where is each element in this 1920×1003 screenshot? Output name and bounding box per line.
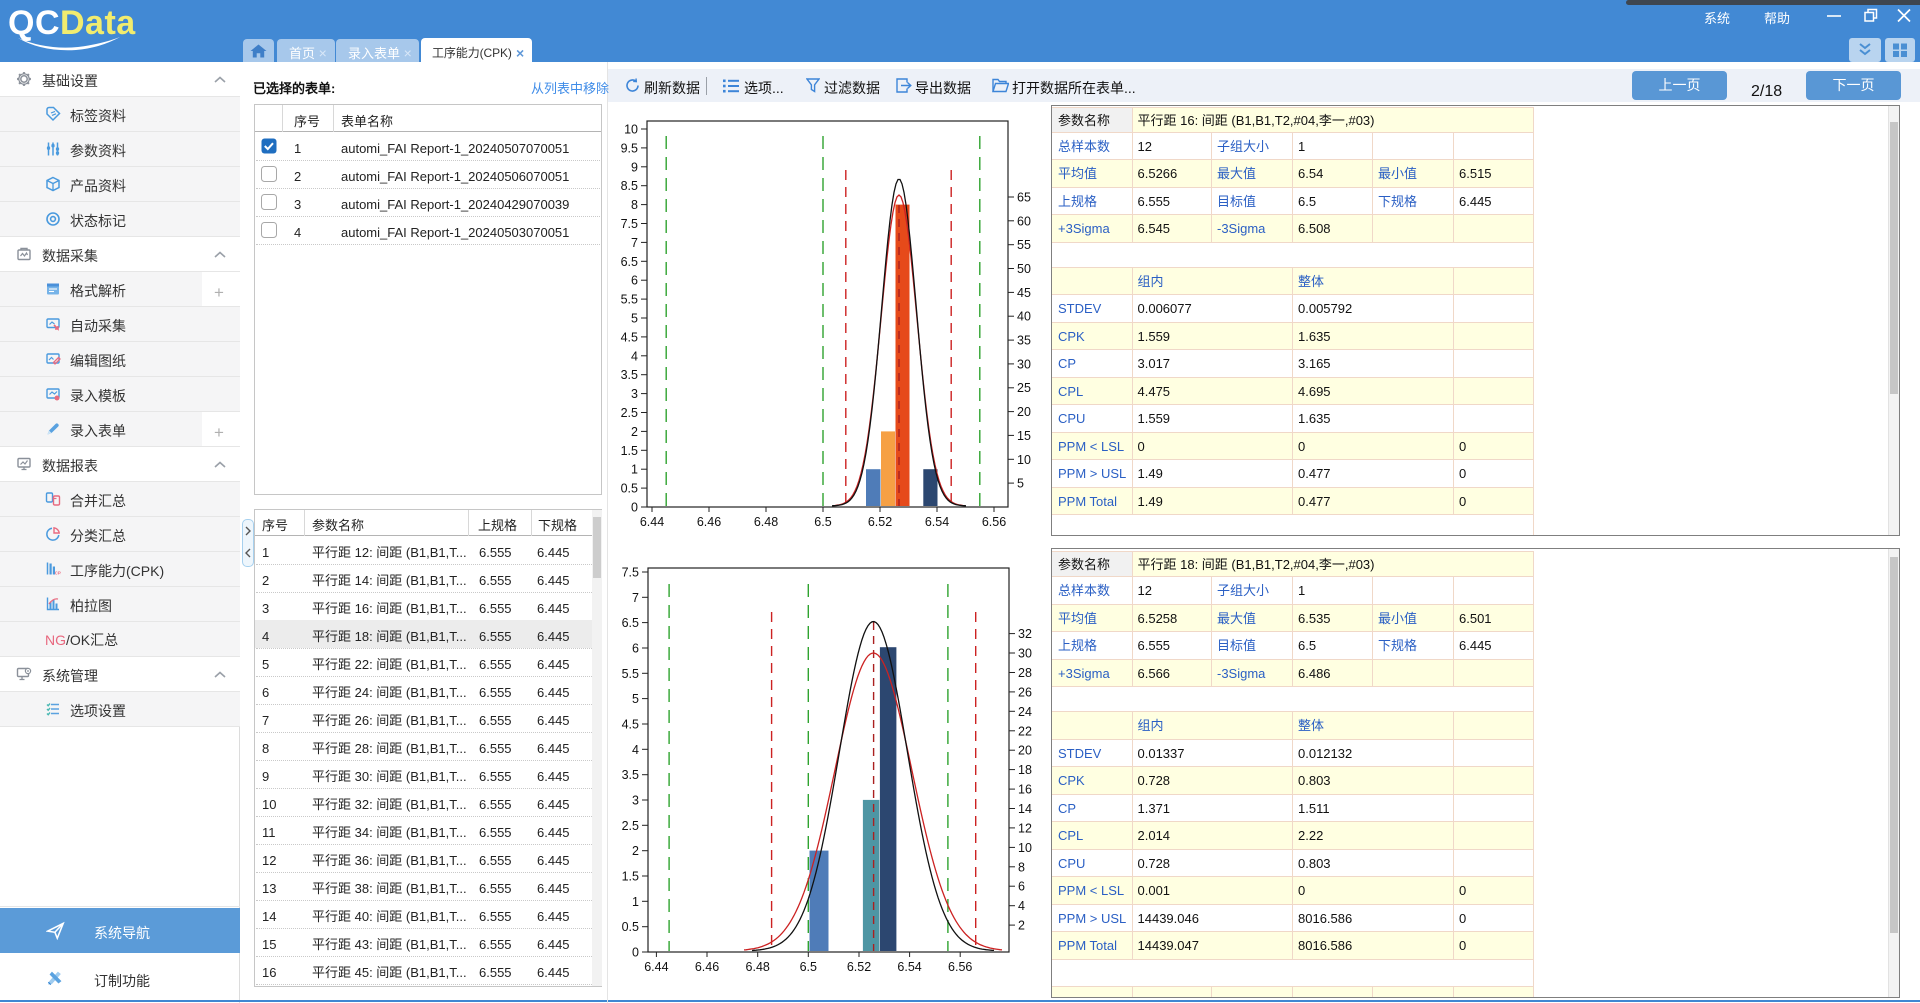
svg-text:6.5: 6.5 [622, 612, 639, 631]
svg-text:28: 28 [1018, 662, 1032, 681]
svg-text:22: 22 [1018, 720, 1032, 739]
svg-text:5: 5 [631, 308, 638, 327]
svg-text:6.44: 6.44 [644, 956, 668, 975]
svg-text:10: 10 [624, 119, 638, 138]
svg-text:1: 1 [631, 459, 638, 478]
svg-text:45: 45 [1017, 282, 1031, 301]
svg-text:4.5: 4.5 [622, 714, 639, 733]
svg-text:3: 3 [632, 790, 639, 809]
svg-text:0: 0 [631, 497, 638, 516]
svg-text:1.5: 1.5 [622, 866, 639, 885]
svg-text:55: 55 [1017, 234, 1031, 253]
svg-text:6.48: 6.48 [754, 511, 778, 530]
svg-text:6.46: 6.46 [695, 956, 719, 975]
svg-text:5: 5 [1017, 473, 1024, 492]
svg-text:32: 32 [1018, 623, 1032, 642]
svg-text:5.5: 5.5 [622, 663, 639, 682]
svg-text:6.5: 6.5 [800, 956, 817, 975]
svg-text:6.48: 6.48 [746, 956, 770, 975]
svg-text:65: 65 [1017, 187, 1031, 206]
svg-text:7.5: 7.5 [622, 562, 639, 581]
svg-text:6.44: 6.44 [640, 511, 664, 530]
svg-text:6: 6 [631, 270, 638, 289]
svg-text:3: 3 [631, 383, 638, 402]
svg-text:5: 5 [632, 688, 639, 707]
svg-text:7: 7 [632, 587, 639, 606]
svg-text:16: 16 [1018, 779, 1032, 798]
svg-text:20: 20 [1018, 740, 1032, 759]
svg-text:6.52: 6.52 [847, 956, 871, 975]
svg-text:6.5: 6.5 [814, 511, 831, 530]
svg-text:6.56: 6.56 [982, 511, 1006, 530]
svg-text:10: 10 [1017, 449, 1031, 468]
svg-text:3.5: 3.5 [621, 364, 638, 383]
svg-text:40: 40 [1017, 306, 1031, 325]
svg-text:8.5: 8.5 [621, 175, 638, 194]
svg-text:4: 4 [631, 345, 638, 364]
svg-text:9.5: 9.5 [621, 137, 638, 156]
svg-text:CPK: CPK [55, 571, 61, 577]
svg-text:15: 15 [1017, 425, 1031, 444]
svg-text:9: 9 [631, 156, 638, 175]
svg-text:20: 20 [1017, 401, 1031, 420]
svg-text:35: 35 [1017, 330, 1031, 349]
svg-text:8: 8 [631, 194, 638, 213]
svg-text:6.54: 6.54 [925, 511, 949, 530]
svg-text:6.46: 6.46 [697, 511, 721, 530]
svg-text:50: 50 [1017, 258, 1031, 277]
svg-text:6: 6 [1018, 876, 1025, 895]
svg-text:0.5: 0.5 [622, 916, 639, 935]
svg-text:1: 1 [632, 891, 639, 910]
svg-text:25: 25 [1017, 377, 1031, 396]
svg-text:60: 60 [1017, 210, 1031, 229]
svg-text:6.52: 6.52 [868, 511, 892, 530]
svg-text:30: 30 [1018, 643, 1032, 662]
svg-text:12: 12 [1018, 817, 1032, 836]
svg-text:2: 2 [1018, 915, 1025, 934]
svg-text:4: 4 [632, 739, 639, 758]
svg-text:6: 6 [632, 638, 639, 657]
svg-text:2: 2 [632, 840, 639, 859]
svg-text:6.56: 6.56 [948, 956, 972, 975]
svg-text:8: 8 [1018, 856, 1025, 875]
svg-text:24: 24 [1018, 701, 1032, 720]
svg-text:1.5: 1.5 [621, 440, 638, 459]
svg-text:6.5: 6.5 [621, 251, 638, 270]
svg-text:7: 7 [631, 232, 638, 251]
svg-text:14: 14 [1018, 798, 1032, 817]
svg-text:4.5: 4.5 [621, 326, 638, 345]
svg-text:0: 0 [632, 942, 639, 961]
svg-text:5.5: 5.5 [621, 289, 638, 308]
svg-text:30: 30 [1017, 353, 1031, 372]
svg-text:18: 18 [1018, 759, 1032, 778]
svg-text:2: 2 [631, 421, 638, 440]
svg-text:4: 4 [1018, 895, 1025, 914]
svg-text:2.5: 2.5 [621, 402, 638, 421]
svg-text:6.54: 6.54 [897, 956, 921, 975]
svg-text:2.5: 2.5 [622, 815, 639, 834]
svg-text:7.5: 7.5 [621, 213, 638, 232]
svg-text:3.5: 3.5 [622, 764, 639, 783]
svg-text:0.5: 0.5 [621, 478, 638, 497]
svg-text:10: 10 [1018, 837, 1032, 856]
svg-text:26: 26 [1018, 681, 1032, 700]
